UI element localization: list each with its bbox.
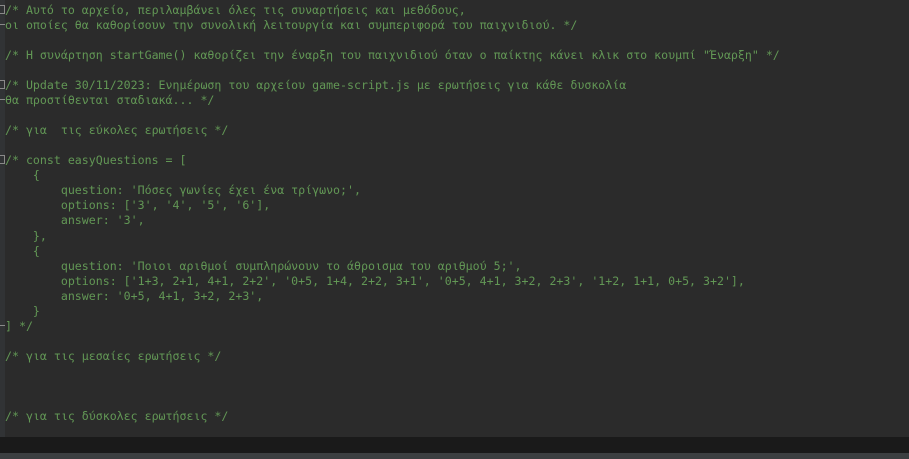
code-line: θα προστίθενται σταδιακά... */ xyxy=(0,92,214,108)
fold-end-marker xyxy=(0,325,5,326)
code-line: { xyxy=(5,168,40,182)
horizontal-scrollbar[interactable] xyxy=(0,437,909,453)
code-line: options: ['1+3, 2+1, 4+1, 2+2', '0+5, 1+… xyxy=(5,274,745,288)
code-line: /* για τις εύκολες ερωτήσεις */ xyxy=(5,123,229,137)
code-line: /* Η συνάρτηση startGame() καθορίζει την… xyxy=(5,48,780,62)
code-line: οι οποίες θα καθορίσουν την συνολική λει… xyxy=(0,17,577,33)
code-editor[interactable]: /* Αυτό το αρχείο, περιλαμβάνει όλες τις… xyxy=(0,0,909,437)
code-line: question: 'Ποιοι αριθμοί συμπληρώνουν το… xyxy=(5,259,522,273)
fold-start-marker xyxy=(0,80,5,89)
code-line: answer: '0+5, 4+1, 3+2, 2+3', xyxy=(5,289,264,303)
code-line: answer: '3', xyxy=(5,213,145,227)
code-line: /* const easyQuestions = [ xyxy=(0,152,186,168)
fold-start-marker xyxy=(0,5,5,14)
fold-end-marker xyxy=(0,24,5,25)
code-line: /* για τις μεσαίες ερωτήσεις */ xyxy=(5,349,222,363)
code-line: /* για τις δύσκολες ερωτήσεις */ xyxy=(5,409,229,423)
code-line: /* Αυτό το αρχείο, περιλαμβάνει όλες τις… xyxy=(0,2,466,18)
code-line: ] */ xyxy=(0,318,33,334)
code-line: question: 'Πόσες γωνίες έχει ένα τρίγωνο… xyxy=(5,183,361,197)
code-line: /* Update 30/11/2023: Ενημέρωση του αρχε… xyxy=(0,77,626,93)
status-bar xyxy=(0,453,909,459)
fold-end-marker xyxy=(0,99,5,100)
code-line: { xyxy=(5,244,40,258)
fold-start-marker xyxy=(0,155,5,164)
code-line: }, xyxy=(5,229,47,243)
code-line: } xyxy=(5,304,40,318)
code-line: options: ['3', '4', '5', '6'], xyxy=(5,198,271,212)
